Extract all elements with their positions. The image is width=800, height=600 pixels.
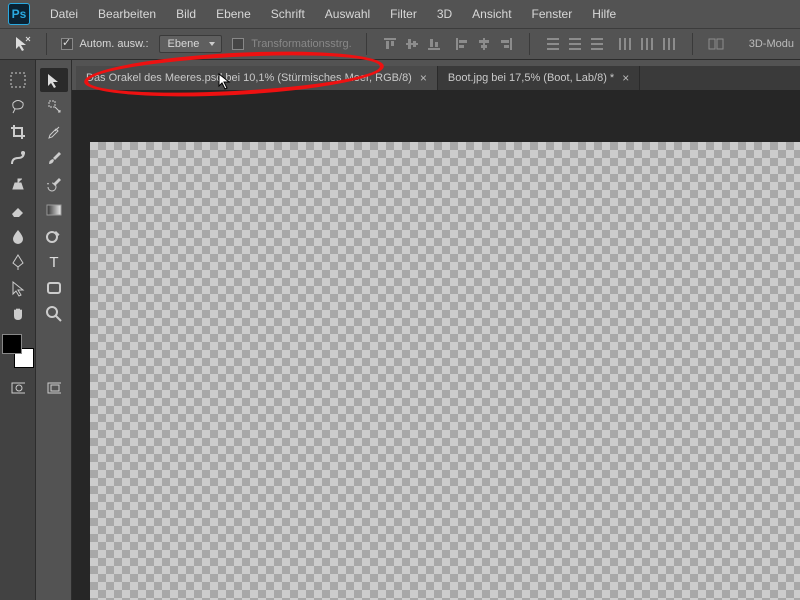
align-left-icon[interactable] bbox=[453, 35, 471, 53]
distribute-icon[interactable] bbox=[588, 35, 606, 53]
document-tab-label: Boot.jpg bei 17,5% (Boot, Lab/8) * bbox=[448, 72, 614, 84]
menu-ansicht[interactable]: Ansicht bbox=[462, 3, 521, 25]
foreground-color-swatch[interactable] bbox=[2, 334, 22, 354]
pen-tool-icon[interactable] bbox=[4, 250, 32, 274]
move-tool-icon[interactable] bbox=[40, 68, 68, 92]
separator bbox=[366, 33, 367, 55]
checkbox-icon bbox=[61, 38, 73, 50]
document-tab[interactable]: Boot.jpg bei 17,5% (Boot, Lab/8) * × bbox=[438, 66, 640, 90]
zoom-tool-icon[interactable] bbox=[40, 302, 68, 326]
eraser-tool-icon[interactable] bbox=[4, 198, 32, 222]
distribute-group-1 bbox=[544, 35, 606, 53]
menu-ebene[interactable]: Ebene bbox=[206, 3, 261, 25]
svg-text:T: T bbox=[49, 254, 58, 271]
transform-controls-label: Transformationsstrg. bbox=[251, 38, 351, 50]
separator bbox=[46, 33, 47, 55]
close-icon[interactable]: × bbox=[420, 71, 427, 85]
align-top-icon[interactable] bbox=[381, 35, 399, 53]
blur-tool-icon[interactable] bbox=[4, 224, 32, 248]
type-tool-icon[interactable]: T bbox=[40, 250, 68, 274]
menu-hilfe[interactable]: Hilfe bbox=[582, 3, 626, 25]
align-group-2 bbox=[453, 35, 515, 53]
close-icon[interactable]: × bbox=[622, 71, 629, 85]
rect-marquee-tool-icon[interactable] bbox=[4, 68, 32, 92]
align-hcenter-icon[interactable] bbox=[475, 35, 493, 53]
transform-controls-checkbox[interactable]: Transformationsstrg. bbox=[232, 38, 351, 50]
history-brush-tool-icon[interactable] bbox=[40, 172, 68, 196]
canvas-background bbox=[72, 90, 800, 600]
align-group-1 bbox=[381, 35, 443, 53]
document-tab-label: Das Orakel des Meeres.psd bei 10,1% (Stü… bbox=[86, 72, 412, 84]
distribute-icon[interactable] bbox=[660, 35, 678, 53]
distribute-icon[interactable] bbox=[638, 35, 656, 53]
menu-datei[interactable]: Datei bbox=[40, 3, 88, 25]
move-tool-icon bbox=[14, 35, 32, 53]
separator bbox=[529, 33, 530, 55]
brush-tool-icon[interactable] bbox=[40, 146, 68, 170]
align-bottom-icon[interactable] bbox=[425, 35, 443, 53]
shape-tool-icon[interactable] bbox=[40, 276, 68, 300]
distribute-icon[interactable] bbox=[566, 35, 584, 53]
eyedropper-tool-icon[interactable] bbox=[40, 120, 68, 144]
menu-bearbeiten[interactable]: Bearbeiten bbox=[88, 3, 166, 25]
path-select-tool-icon[interactable] bbox=[4, 276, 32, 300]
document-tab-strip: Das Orakel des Meeres.psd bei 10,1% (Stü… bbox=[76, 66, 800, 90]
menu-3d[interactable]: 3D bbox=[427, 3, 462, 25]
lasso-tool-icon[interactable] bbox=[4, 94, 32, 118]
distribute-group-2 bbox=[616, 35, 678, 53]
quickmask-icon[interactable] bbox=[11, 381, 25, 395]
menu-fenster[interactable]: Fenster bbox=[522, 3, 583, 25]
menu-filter[interactable]: Filter bbox=[380, 3, 427, 25]
screenmode-icon[interactable] bbox=[47, 381, 61, 395]
threed-mode-label[interactable]: 3D-Modu bbox=[743, 38, 800, 50]
quick-select-tool-icon[interactable] bbox=[40, 94, 68, 118]
distribute-icon[interactable] bbox=[616, 35, 634, 53]
options-bar: Autom. ausw.: Ebene Transformationsstrg.… bbox=[0, 28, 800, 60]
align-right-icon[interactable] bbox=[497, 35, 515, 53]
separator bbox=[692, 33, 693, 55]
tools-panel-right: T bbox=[36, 60, 72, 600]
auto-select-checkbox[interactable]: Autom. ausw.: bbox=[61, 38, 149, 50]
hand-tool-icon[interactable] bbox=[4, 302, 32, 326]
dodge-tool-icon[interactable] bbox=[40, 224, 68, 248]
menu-schrift[interactable]: Schrift bbox=[261, 3, 315, 25]
tools-panel-left bbox=[0, 60, 36, 600]
auto-select-label: Autom. ausw.: bbox=[79, 38, 148, 50]
align-vcenter-icon[interactable] bbox=[403, 35, 421, 53]
gradient-tool-icon[interactable] bbox=[40, 198, 68, 222]
document-canvas[interactable] bbox=[90, 142, 800, 600]
menu-bild[interactable]: Bild bbox=[166, 3, 206, 25]
menu-auswahl[interactable]: Auswahl bbox=[315, 3, 380, 25]
menu-bar: Ps Datei Bearbeiten Bild Ebene Schrift A… bbox=[0, 0, 800, 28]
distribute-icon[interactable] bbox=[544, 35, 562, 53]
auto-align-icon[interactable] bbox=[707, 35, 725, 53]
healing-brush-tool-icon[interactable] bbox=[4, 146, 32, 170]
app-logo: Ps bbox=[8, 3, 30, 25]
document-tab[interactable]: Das Orakel des Meeres.psd bei 10,1% (Stü… bbox=[76, 66, 438, 90]
color-swatches[interactable] bbox=[2, 334, 34, 368]
checkbox-icon bbox=[232, 38, 244, 50]
layer-group-dropdown[interactable]: Ebene bbox=[159, 35, 223, 53]
clone-stamp-tool-icon[interactable] bbox=[4, 172, 32, 196]
crop-tool-icon[interactable] bbox=[4, 120, 32, 144]
